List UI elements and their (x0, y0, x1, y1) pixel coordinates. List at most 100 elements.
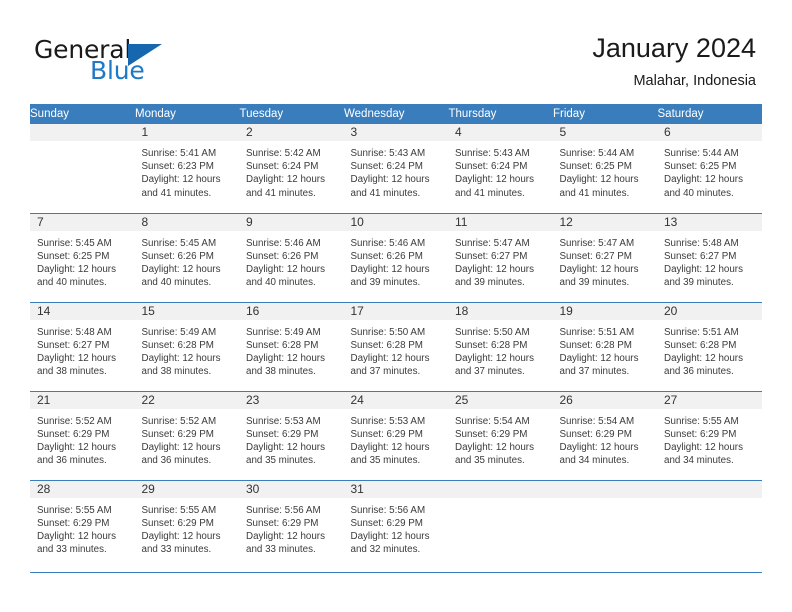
calendar-day-cell[interactable]: 10 Sunrise: 5:46 AM Sunset: 6:26 PM Dayligh… (343, 213, 449, 303)
daylight-text-line2: and 35 minutes. (246, 455, 316, 467)
sunrise-text: Sunrise: 5:56 AM (350, 504, 426, 516)
daylight-text-line1: Daylight: 12 hours (664, 441, 743, 453)
calendar-day-cell[interactable]: 14 Sunrise: 5:48 AM Sunset: 6:27 PM Dayligh… (30, 302, 135, 392)
calendar-day-cell[interactable]: 5 Sunrise: 5:44 AM Sunset: 6:25 PM Daylight… (552, 124, 657, 214)
calendar-day-cell[interactable]: 11 Sunrise: 5:47 AM Sunset: 6:27 PM Dayligh… (448, 213, 553, 303)
calendar-day-cell[interactable]: 7 Sunrise: 5:45 AM Sunset: 6:25 PM Daylight… (30, 213, 135, 303)
day-sun-info: Sunrise: 5:54 AM Sunset: 6:29 PM Daylight:… (448, 409, 553, 468)
calendar-day-cell[interactable]: 29 Sunrise: 5:55 AM Sunset: 6:29 PM Dayligh… (134, 480, 240, 573)
day-number: 3 (343, 124, 448, 141)
sunrise-text: Sunrise: 5:53 AM (350, 415, 426, 427)
calendar-day-cell[interactable]: 22 Sunrise: 5:52 AM Sunset: 6:29 PM Dayligh… (134, 391, 240, 481)
day-sun-info: Sunrise: 5:55 AM Sunset: 6:29 PM Daylight:… (135, 498, 240, 557)
calendar-day-cell[interactable]: 1 Sunrise: 5:41 AM Sunset: 6:23 PM Daylight… (134, 124, 239, 214)
sunset-text: Sunset: 6:29 PM (246, 517, 319, 529)
calendar-day-cell[interactable]: 15 Sunrise: 5:49 AM Sunset: 6:28 PM Dayligh… (134, 302, 240, 392)
page-title: January 2024 (592, 33, 756, 63)
calendar-day-cell[interactable]: 28 Sunrise: 5:55 AM Sunset: 6:29 PM Dayligh… (30, 480, 135, 573)
sunrise-text: Sunrise: 5:43 AM (455, 148, 530, 159)
day-sun-info: Sunrise: 5:46 AM Sunset: 6:26 PM Daylight:… (344, 231, 449, 290)
logo-text-blue: Blue (90, 56, 145, 85)
daylight-text-line2: and 33 minutes. (37, 544, 107, 556)
sunrise-text: Sunrise: 5:45 AM (37, 237, 112, 249)
day-sun-info: Sunrise: 5:54 AM Sunset: 6:29 PM Daylight:… (553, 409, 658, 468)
sunrise-text: Sunrise: 5:49 AM (141, 326, 217, 338)
daylight-text-line2: and 41 minutes. (350, 187, 421, 199)
calendar-day-cell[interactable]: 23 Sunrise: 5:53 AM Sunset: 6:29 PM Dayligh… (239, 391, 344, 481)
daylight-text-line1: Daylight: 12 hours (246, 530, 325, 542)
calendar-day-cell[interactable]: 16 Sunrise: 5:49 AM Sunset: 6:28 PM Dayligh… (239, 302, 344, 392)
daylight-text-line2: and 32 minutes. (350, 544, 421, 556)
daylight-text-line1: Daylight: 12 hours (141, 352, 221, 364)
sunset-text: Sunset: 6:26 PM (350, 250, 423, 262)
daylight-text-line2: and 38 minutes. (141, 366, 212, 378)
calendar-day-cell[interactable]: 12 Sunrise: 5:47 AM Sunset: 6:27 PM Dayligh… (552, 213, 658, 303)
calendar-day-cell[interactable]: 8 Sunrise: 5:45 AM Sunset: 6:26 PM Daylight… (134, 213, 239, 303)
daylight-text-line1: Daylight: 12 hours (37, 263, 116, 275)
daylight-text-line1: Daylight: 12 hours (141, 263, 221, 275)
sunrise-text: Sunrise: 5:55 AM (664, 415, 739, 427)
calendar-day-cell[interactable]: 31 Sunrise: 5:56 AM Sunset: 6:29 PM Dayligh… (343, 480, 448, 573)
daylight-text-line2: and 39 minutes. (455, 277, 525, 289)
daylight-text-line2: and 34 minutes. (559, 455, 630, 467)
sunrise-text: Sunrise: 5:47 AM (455, 237, 530, 249)
calendar-grid: Sunday Monday Tuesday Wednesday Thursday… (30, 104, 762, 573)
calendar-day-cell[interactable]: 2 Sunrise: 5:42 AM Sunset: 6:24 PM Daylight… (239, 124, 344, 214)
day-number: 23 (239, 391, 344, 409)
daylight-text-line1: Daylight: 12 hours (141, 441, 221, 453)
day-sun-info: Sunrise: 5:53 AM Sunset: 6:29 PM Daylight:… (344, 409, 449, 468)
page-subtitle-location: Malahar, Indonesia (633, 73, 756, 89)
day-sun-info: Sunrise: 5:52 AM Sunset: 6:29 PM Daylight:… (135, 409, 240, 468)
weekday-header-wednesday: Wednesday (343, 104, 449, 124)
daylight-text-line2: and 38 minutes. (37, 366, 107, 378)
day-sun-info: Sunrise: 5:44 AM Sunset: 6:25 PM Daylight:… (657, 141, 762, 200)
sunset-text: Sunset: 6:28 PM (664, 339, 737, 351)
calendar-day-cell[interactable]: 4 Sunrise: 5:43 AM Sunset: 6:24 PM Daylight… (448, 124, 553, 214)
calendar-day-cell[interactable]: 27 Sunrise: 5:55 AM Sunset: 6:29 PM Dayligh… (657, 391, 762, 481)
calendar-day-cell[interactable]: 3 Sunrise: 5:43 AM Sunset: 6:24 PM Daylight… (343, 124, 448, 214)
daylight-text-line1: Daylight: 12 hours (141, 530, 221, 542)
sunset-text: Sunset: 6:29 PM (455, 428, 528, 440)
daylight-text-line1: Daylight: 12 hours (350, 530, 430, 542)
daylight-text-line2: and 33 minutes. (141, 544, 212, 556)
calendar-day-cell[interactable]: 25 Sunrise: 5:54 AM Sunset: 6:29 PM Dayligh… (448, 391, 553, 481)
day-number: 19 (552, 302, 657, 320)
daylight-text-line1: Daylight: 12 hours (559, 263, 639, 275)
calendar-day-cell[interactable]: 6 Sunrise: 5:44 AM Sunset: 6:25 PM Daylight… (657, 124, 762, 214)
calendar-day-cell-empty (30, 124, 135, 214)
sunset-text: Sunset: 6:29 PM (664, 428, 737, 440)
calendar-day-cell[interactable]: 17 Sunrise: 5:50 AM Sunset: 6:28 PM Dayligh… (343, 302, 448, 392)
calendar-day-cell[interactable]: 9 Sunrise: 5:46 AM Sunset: 6:26 PM Daylight… (239, 213, 344, 303)
day-number: 9 (239, 213, 344, 231)
day-number: 1 (134, 124, 239, 141)
day-sun-info: Sunrise: 5:45 AM Sunset: 6:25 PM Daylight:… (30, 231, 135, 290)
day-number: 24 (343, 391, 448, 409)
calendar-day-cell[interactable]: 26 Sunrise: 5:54 AM Sunset: 6:29 PM Dayligh… (552, 391, 658, 481)
sunrise-text: Sunrise: 5:54 AM (455, 415, 530, 427)
general-blue-logo: General Blue (34, 36, 214, 88)
day-number: 21 (30, 391, 135, 409)
calendar-day-cell[interactable]: 21 Sunrise: 5:52 AM Sunset: 6:29 PM Dayligh… (30, 391, 135, 481)
calendar-day-cell[interactable]: 24 Sunrise: 5:53 AM Sunset: 6:29 PM Dayligh… (343, 391, 449, 481)
day-sun-info: Sunrise: 5:47 AM Sunset: 6:27 PM Daylight:… (553, 231, 658, 290)
sunset-text: Sunset: 6:27 PM (455, 250, 528, 262)
calendar-day-cell[interactable]: 30 Sunrise: 5:56 AM Sunset: 6:29 PM Dayligh… (239, 480, 344, 573)
calendar-day-cell[interactable]: 18 Sunrise: 5:50 AM Sunset: 6:28 PM Dayligh… (448, 302, 553, 392)
day-sun-info: Sunrise: 5:49 AM Sunset: 6:28 PM Daylight:… (135, 320, 240, 379)
daylight-text-line1: Daylight: 12 hours (246, 352, 325, 364)
sunrise-text: Sunrise: 5:55 AM (37, 504, 112, 516)
daylight-text-line2: and 41 minutes. (455, 187, 525, 199)
calendar-day-cell[interactable]: 19 Sunrise: 5:51 AM Sunset: 6:28 PM Dayligh… (552, 302, 657, 392)
day-sun-info: Sunrise: 5:51 AM Sunset: 6:28 PM Daylight:… (657, 320, 762, 379)
daylight-text-line2: and 39 minutes. (350, 277, 421, 289)
day-sun-info: Sunrise: 5:53 AM Sunset: 6:29 PM Daylight:… (239, 409, 344, 468)
day-number (657, 480, 762, 498)
daylight-text-line2: and 35 minutes. (350, 455, 421, 467)
sunrise-text: Sunrise: 5:46 AM (350, 237, 426, 249)
daylight-text-line2: and 41 minutes. (559, 187, 630, 199)
calendar-day-cell[interactable]: 20 Sunrise: 5:51 AM Sunset: 6:28 PM Dayligh… (657, 302, 762, 392)
sunrise-text: Sunrise: 5:41 AM (141, 148, 217, 159)
calendar-day-cell[interactable]: 13 Sunrise: 5:48 AM Sunset: 6:27 PM Dayligh… (657, 213, 762, 303)
day-number: 27 (657, 391, 762, 409)
weekday-header-monday: Monday (134, 104, 240, 124)
